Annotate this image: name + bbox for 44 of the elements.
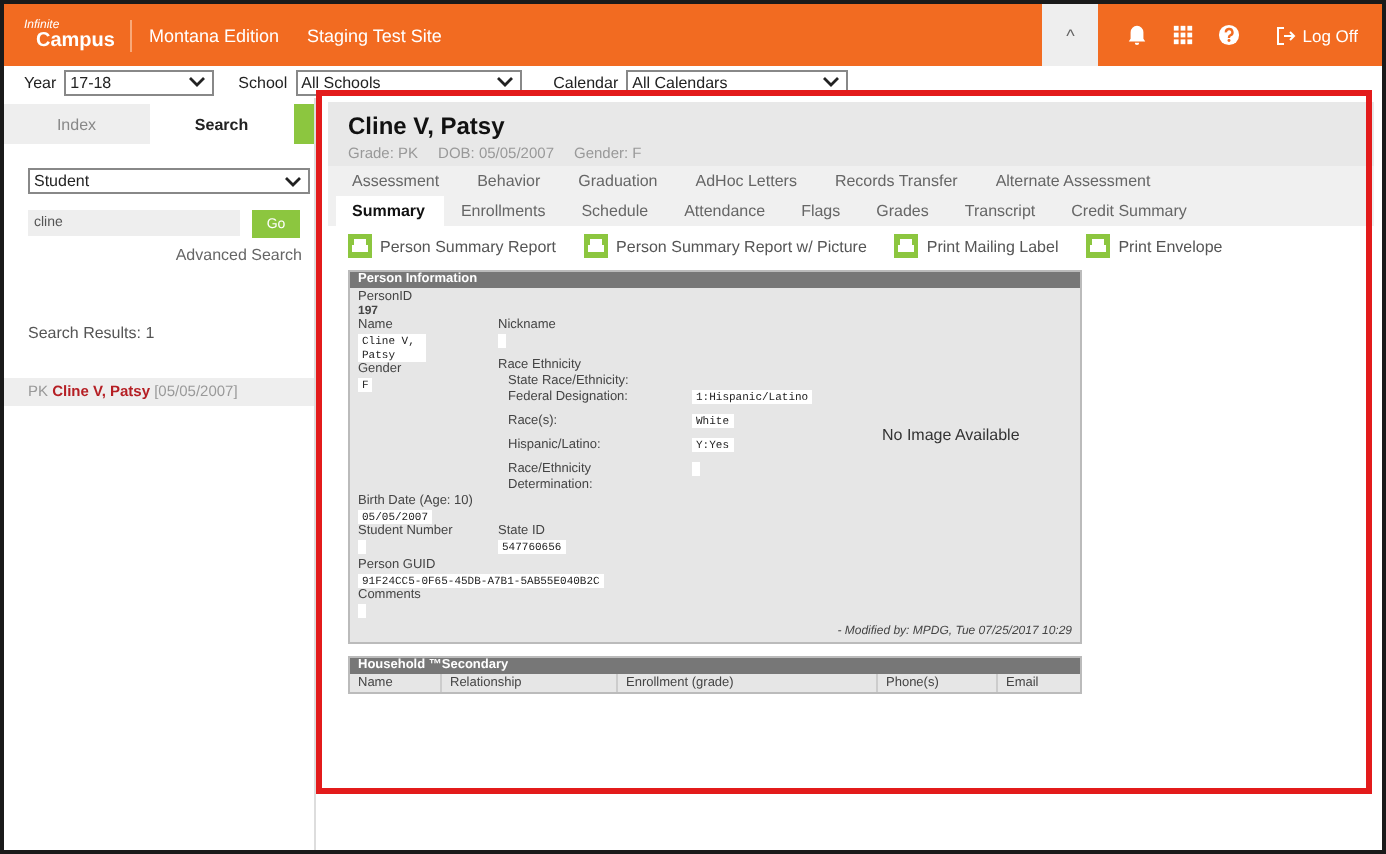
printer-icon[interactable] (894, 234, 919, 258)
tab[interactable]: Enrollments (444, 196, 566, 226)
tab[interactable]: Schedule (565, 196, 669, 226)
collapse-button[interactable]: ^ (1042, 4, 1099, 66)
tab[interactable]: Alternate Assessment (979, 166, 1173, 196)
bell-icon[interactable] (1126, 24, 1149, 46)
tab[interactable]: Records Transfer (818, 166, 980, 196)
chevron-down-icon (188, 76, 207, 88)
printer-icon[interactable] (348, 234, 372, 258)
results-count: Search Results: 1 (28, 324, 157, 342)
printer-icon[interactable] (584, 234, 609, 258)
tab[interactable]: Graduation (562, 166, 680, 196)
tab[interactable]: Attendance (668, 196, 786, 226)
log-off-button[interactable]: Log Off (1264, 23, 1370, 47)
report-link[interactable]: Person Summary Report w/ Picture (616, 237, 867, 255)
sidebar-tab[interactable]: Index (4, 104, 149, 144)
report-link[interactable]: Print Mailing Label (926, 237, 1059, 255)
help-icon[interactable] (1218, 24, 1241, 46)
edition-label: Montana Edition (148, 25, 279, 45)
tab[interactable]: AdHoc Letters (679, 166, 819, 196)
report-link[interactable]: Print Envelope (1118, 237, 1223, 255)
student-name: Cline V, Patsy (348, 112, 507, 140)
tab[interactable]: Assessment (336, 166, 462, 196)
grid-icon[interactable] (1172, 24, 1195, 46)
exit-icon (1276, 25, 1297, 45)
tab[interactable]: Grades (860, 196, 949, 226)
no-image-text: No Image Available (882, 426, 1020, 444)
tab[interactable]: Flags (785, 196, 861, 226)
tab[interactable]: Behavior (461, 166, 563, 196)
chevron-down-icon (822, 76, 841, 88)
report-link[interactable]: Person Summary Report (380, 237, 557, 255)
tab[interactable]: Summary (336, 196, 445, 226)
printer-icon[interactable] (1086, 234, 1111, 258)
tab[interactable]: Transcript (948, 196, 1056, 226)
advanced-search-link[interactable]: Advanced Search (175, 246, 302, 264)
tab[interactable]: Credit Summary (1055, 196, 1207, 226)
chevron-down-icon (284, 175, 302, 187)
filter-label: School (238, 73, 288, 91)
site-label: Staging Test Site (307, 25, 442, 45)
filter-label: Calendar (553, 73, 619, 91)
chevron-down-icon (495, 76, 514, 88)
filter-label: Year (24, 73, 57, 91)
filter-dropdown[interactable]: 17-18 (64, 69, 215, 95)
search-type-dropdown[interactable]: Student (28, 168, 310, 194)
